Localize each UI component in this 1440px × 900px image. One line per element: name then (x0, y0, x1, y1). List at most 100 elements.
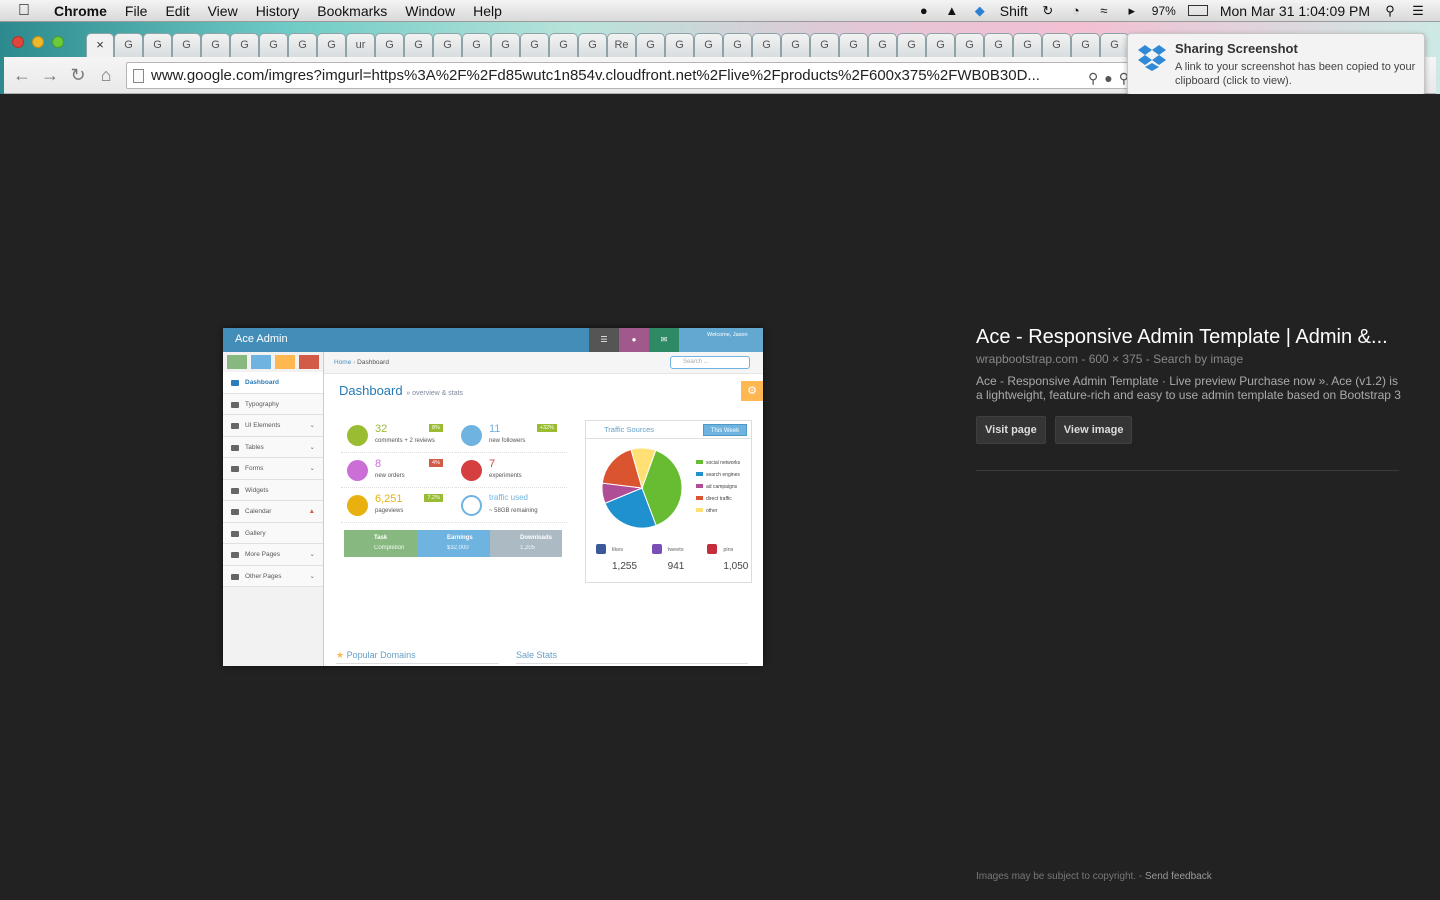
menu-app-name[interactable]: Chrome (54, 3, 107, 19)
tasks-icon: ☰ (589, 328, 619, 352)
browser-tab[interactable]: G (868, 33, 897, 57)
browser-tab[interactable]: G (404, 33, 433, 57)
tile-t2: $32,000 (447, 545, 469, 551)
sync-icon[interactable]: ↻ (1040, 3, 1056, 18)
battery-icon[interactable] (1187, 5, 1208, 16)
dropbox-notification[interactable]: Sharing Screenshot A link to your screen… (1127, 33, 1425, 96)
browser-tab[interactable]: G (810, 33, 839, 57)
browser-tab[interactable]: G (1042, 33, 1071, 57)
sale-stats-header: Sale Stats (516, 646, 748, 664)
dropbox-status-icon[interactable]: ◆ (972, 3, 988, 18)
browser-tab[interactable]: G (375, 33, 404, 57)
omnibox-actions: ⚲ ● ⚲ (1088, 66, 1129, 88)
browser-tab[interactable]: G (955, 33, 984, 57)
browser-tab[interactable]: G (1071, 33, 1100, 57)
battery-percent: 97% (1151, 3, 1176, 18)
browser-tab[interactable]: G (723, 33, 752, 57)
view-image-button[interactable]: View image (1054, 416, 1133, 444)
browser-tab[interactable]: G (752, 33, 781, 57)
warning-icon: ▲ (308, 508, 315, 515)
stat-number: 6,251 (375, 493, 403, 505)
menu-view[interactable]: View (208, 3, 238, 19)
shift-indicator[interactable]: Shift (1000, 3, 1028, 19)
sidebar-item-label: UI Elements (245, 422, 281, 429)
browser-tab[interactable]: G (839, 33, 868, 57)
stat-tiles: Task Completion Earnings $32,000 Downloads 1,… (344, 530, 562, 557)
stat-number: 7 (489, 458, 496, 470)
back-arrow-icon[interactable]: ← (12, 65, 32, 86)
browser-tab[interactable]: G (578, 33, 607, 57)
send-feedback-link[interactable]: Send feedback (1145, 871, 1212, 882)
menu-window[interactable]: Window (405, 3, 455, 19)
time-machine-icon[interactable]: ◔ (1068, 3, 1084, 18)
stat-badge: 8% (429, 424, 443, 432)
browser-tab[interactable]: G (897, 33, 926, 57)
address-bar[interactable]: www.google.com/imgres?imgurl=https%3A%2F… (126, 62, 1134, 89)
browser-tab[interactable]: G (201, 33, 230, 57)
menu-file[interactable]: File (125, 3, 148, 19)
browser-tab[interactable]: G (520, 33, 549, 57)
browser-tab[interactable]: G (433, 33, 462, 57)
chevron-down-icon: ⌄ (309, 422, 315, 429)
visit-page-button[interactable]: Visit page (976, 416, 1046, 444)
browser-tab[interactable]: G (694, 33, 723, 57)
volume-icon[interactable]: ▸ (1124, 3, 1140, 18)
browser-tab[interactable]: G (462, 33, 491, 57)
image-preview[interactable]: Ace Admin ☰ ● ✉ Welcome, Jason Dashboard… (223, 328, 763, 666)
tile-t1: Earnings (447, 535, 473, 541)
zoom-window-button[interactable] (52, 36, 64, 48)
pinterest-icon (707, 544, 718, 554)
close-window-button[interactable] (12, 36, 24, 48)
menu-history[interactable]: History (256, 3, 300, 19)
apple-menu-icon[interactable]:  (18, 2, 38, 20)
tile-t1: Task (374, 535, 388, 541)
browser-tab[interactable]: G (549, 33, 578, 57)
tile-t2: 1,205 (520, 545, 536, 551)
hat-icon[interactable]: ▲ (944, 3, 960, 18)
active-tab-close-icon[interactable]: × (86, 33, 114, 57)
browser-tab[interactable]: ur (346, 33, 375, 57)
result-meta[interactable]: wrapbootstrap.com - 600 × 375 - Search b… (976, 352, 1400, 366)
browser-tab[interactable]: G (636, 33, 665, 57)
browser-tab[interactable]: G (1100, 33, 1129, 57)
browser-tab[interactable]: G (491, 33, 520, 57)
stat-icon (461, 460, 482, 481)
twitter-icon (651, 544, 662, 554)
legend-swatch (696, 460, 703, 464)
notification-center-icon[interactable]: ☰ (1410, 3, 1426, 18)
browser-tab[interactable]: G (288, 33, 317, 57)
browser-tab[interactable]: G (114, 33, 143, 57)
browser-tab[interactable]: G (926, 33, 955, 57)
tile-t2: Completion (374, 545, 405, 551)
browser-tab[interactable]: G (1013, 33, 1042, 57)
browser-tab[interactable]: G (984, 33, 1013, 57)
browser-tab[interactable]: G (665, 33, 694, 57)
browser-tab[interactable]: G (781, 33, 810, 57)
clock[interactable]: Mon Mar 31 1:04:09 PM (1220, 3, 1370, 19)
sidebar-item: Gallery (223, 522, 323, 544)
menu-edit[interactable]: Edit (165, 3, 189, 19)
menu-bookmarks[interactable]: Bookmarks (317, 3, 387, 19)
spotlight-search-icon[interactable]: ⚲ (1382, 3, 1398, 18)
browser-tab[interactable]: G (172, 33, 201, 57)
browser-tab[interactable]: G (143, 33, 172, 57)
browser-tab[interactable]: G (259, 33, 288, 57)
home-icon[interactable]: ⌂ (96, 65, 116, 86)
sidebar-item: Typography (223, 393, 323, 415)
social-count: 941 (667, 561, 685, 572)
browser-tab[interactable]: G (230, 33, 259, 57)
bell-icon[interactable]: ● (916, 3, 932, 18)
bulb-icon[interactable]: ● (1104, 66, 1112, 88)
users-shortcut-icon (275, 355, 295, 369)
browser-tab[interactable]: Re (607, 33, 636, 57)
search-by-image-icon[interactable]: ⚲ (1088, 66, 1098, 88)
result-title[interactable]: Ace - Responsive Admin Template | Admin … (976, 326, 1400, 349)
menu-help[interactable]: Help (473, 3, 502, 19)
wifi-icon[interactable]: ≈ (1096, 3, 1112, 18)
minimize-window-button[interactable] (32, 36, 44, 48)
social-count: 1,255 (612, 561, 638, 572)
reload-icon[interactable]: ↻ (68, 65, 88, 86)
browser-tab[interactable]: G (317, 33, 346, 57)
chevron-down-icon: ⌄ (309, 551, 315, 558)
forward-arrow-icon[interactable]: → (40, 65, 60, 86)
